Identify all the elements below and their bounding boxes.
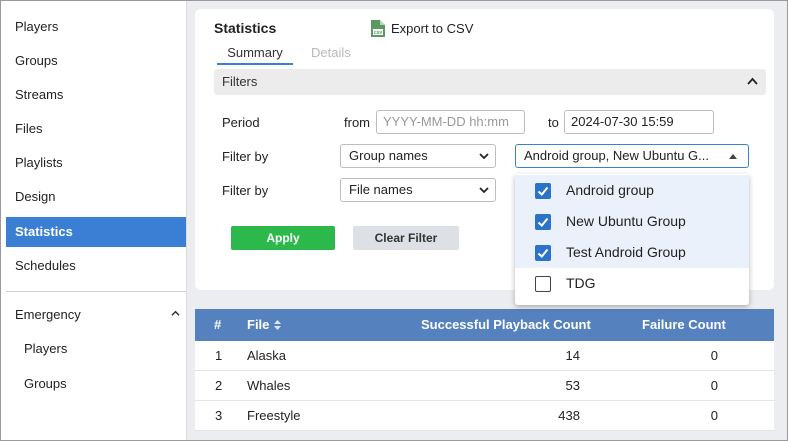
apply-button[interactable]: Apply bbox=[231, 226, 335, 250]
dropdown-option-test-android-group[interactable]: Test Android Group bbox=[515, 237, 749, 268]
filter-type-value-2: File names bbox=[349, 182, 413, 197]
sidebar-divider bbox=[6, 291, 186, 292]
sidebar: Players Groups Streams Files Playlists D… bbox=[1, 1, 187, 440]
tab-details[interactable]: Details bbox=[311, 45, 351, 65]
dropdown-option-android-group[interactable]: Android group bbox=[515, 175, 749, 206]
sidebar-item-schedules[interactable]: Schedules bbox=[6, 251, 186, 281]
filter-type-select-1[interactable]: Group names bbox=[340, 144, 496, 168]
sidebar-item-streams[interactable]: Streams bbox=[6, 80, 186, 110]
dropdown-option-tdg[interactable]: TDG bbox=[515, 268, 749, 299]
cell-index: 1 bbox=[215, 348, 223, 363]
to-label: to bbox=[548, 115, 559, 130]
export-csv-label: Export to CSV bbox=[391, 20, 474, 36]
sidebar-item-statistics[interactable]: Statistics bbox=[6, 217, 186, 247]
chevron-up-icon bbox=[171, 310, 180, 316]
cell-failure: 0 bbox=[710, 378, 718, 393]
to-date-input[interactable]: 2024-07-30 15:59 bbox=[564, 110, 714, 134]
filter-by-label-1: Filter by bbox=[222, 149, 269, 164]
dropdown-option-label: New Ubuntu Group bbox=[566, 213, 686, 229]
group-dropdown-menu: Android group New Ubuntu Group Test Andr… bbox=[515, 174, 749, 305]
chevron-down-icon bbox=[479, 187, 489, 194]
cell-success: 438 bbox=[558, 408, 580, 423]
sidebar-item-design[interactable]: Design bbox=[6, 182, 186, 212]
column-header-file[interactable]: File bbox=[247, 309, 282, 341]
tab-summary[interactable]: Summary bbox=[217, 45, 293, 65]
sidebar-item-files[interactable]: Files bbox=[6, 114, 186, 144]
column-header-failure: Failure Count bbox=[642, 317, 726, 332]
checkbox-unchecked-icon[interactable] bbox=[535, 276, 551, 292]
group-multiselect-value: Android group, New Ubuntu G... bbox=[524, 148, 709, 163]
cell-failure: 0 bbox=[710, 348, 718, 363]
sidebar-subitem-groups[interactable]: Groups bbox=[6, 369, 186, 399]
table-row: 3 Freestyle 438 0 bbox=[195, 401, 774, 431]
cell-success: 14 bbox=[565, 348, 580, 363]
filter-type-select-2[interactable]: File names bbox=[340, 178, 496, 202]
table-row: 1 Alaska 14 0 bbox=[195, 341, 774, 371]
checkbox-checked-icon[interactable] bbox=[535, 214, 551, 230]
table-row: 2 Whales 53 0 bbox=[195, 371, 774, 401]
sidebar-item-playlists[interactable]: Playlists bbox=[6, 148, 186, 178]
filters-section-header[interactable]: Filters bbox=[214, 69, 766, 95]
clear-filter-button[interactable]: Clear Filter bbox=[353, 226, 459, 250]
dropdown-option-label: TDG bbox=[566, 275, 596, 291]
sidebar-subitem-players[interactable]: Players bbox=[6, 334, 186, 364]
column-header-index: # bbox=[214, 317, 222, 332]
filter-by-label-2: Filter by bbox=[222, 183, 269, 198]
from-date-input[interactable]: YYYY-MM-DD hh:mm bbox=[376, 110, 525, 134]
from-label: from bbox=[344, 115, 370, 130]
export-csv-button[interactable]: csv Export to CSV bbox=[370, 17, 473, 39]
cell-failure: 0 bbox=[710, 408, 718, 423]
filter-type-value-1: Group names bbox=[349, 148, 428, 163]
page-title: Statistics bbox=[214, 20, 277, 36]
table-header: # File Successful Playback Count Failure… bbox=[195, 309, 774, 341]
csv-file-icon: csv bbox=[371, 19, 385, 37]
chevron-up-icon bbox=[747, 77, 758, 85]
sort-icon bbox=[274, 320, 282, 330]
dropdown-option-label: Android group bbox=[566, 182, 654, 198]
filters-label: Filters bbox=[222, 74, 258, 89]
cell-file: Whales bbox=[247, 378, 291, 393]
cell-file: Freestyle bbox=[247, 408, 301, 423]
caret-up-icon bbox=[729, 154, 737, 159]
app-window: Players Groups Streams Files Playlists D… bbox=[0, 0, 788, 441]
cell-index: 3 bbox=[215, 408, 223, 423]
group-multiselect[interactable]: Android group, New Ubuntu G... bbox=[515, 144, 749, 168]
sidebar-item-players[interactable]: Players bbox=[6, 12, 186, 42]
column-header-file-label: File bbox=[247, 317, 270, 332]
sidebar-group-label: Emergency bbox=[15, 307, 81, 322]
sidebar-item-groups[interactable]: Groups bbox=[6, 46, 186, 76]
column-header-success: Successful Playback Count bbox=[421, 317, 591, 332]
period-label: Period bbox=[222, 115, 260, 130]
sidebar-group-emergency[interactable]: Emergency bbox=[6, 300, 186, 330]
dropdown-option-label: Test Android Group bbox=[566, 244, 686, 260]
cell-index: 2 bbox=[215, 378, 223, 393]
cell-success: 53 bbox=[565, 378, 580, 393]
checkbox-checked-icon[interactable] bbox=[535, 245, 551, 261]
checkbox-checked-icon[interactable] bbox=[535, 183, 551, 199]
chevron-down-icon bbox=[479, 153, 489, 160]
dropdown-option-new-ubuntu-group[interactable]: New Ubuntu Group bbox=[515, 206, 749, 237]
cell-file: Alaska bbox=[247, 348, 287, 363]
svg-text:csv: csv bbox=[374, 30, 383, 36]
